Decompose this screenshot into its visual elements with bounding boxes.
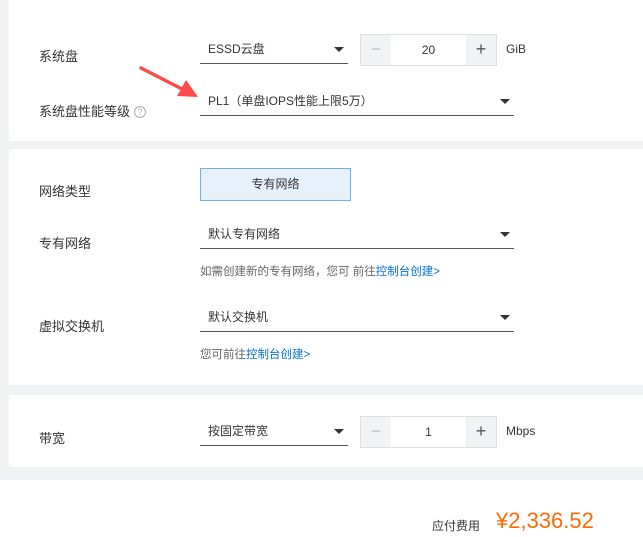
vswitch-console-create-link[interactable]: 控制台创建> xyxy=(246,349,310,361)
vswitch-select[interactable]: 默认交换机 xyxy=(200,302,514,332)
chevron-down-icon xyxy=(500,315,510,320)
system-disk-panel: 系统盘 ESSD云盘 − 20 + GiB 系统盘性能等级? PL1（单盘IOP… xyxy=(9,0,643,141)
chevron-down-icon xyxy=(334,429,344,434)
fee-label: 应付费用 xyxy=(432,519,481,533)
network-type-label: 网络类型 xyxy=(39,184,92,199)
vswitch-hint-text: 您可前往 xyxy=(200,349,246,361)
system-disk-performance-value: PL1（单盘IOPS性能上限5万） xyxy=(208,94,373,108)
help-icon[interactable]: ? xyxy=(134,106,147,118)
vpc-label: 专有网络 xyxy=(39,236,92,251)
bandwidth-stepper[interactable]: − 1 + xyxy=(360,416,497,448)
chevron-down-icon xyxy=(500,99,510,104)
fee-value: ¥2,336.52 xyxy=(496,508,594,533)
vpc-select[interactable]: 默认专有网络 xyxy=(200,219,514,249)
bandwidth-mode-value: 按固定带宽 xyxy=(208,424,269,438)
bandwidth-label: 带宽 xyxy=(39,431,66,446)
system-disk-size-value[interactable]: 20 xyxy=(391,35,466,65)
decrease-button[interactable]: − xyxy=(361,417,391,447)
vswitch-label: 虚拟交换机 xyxy=(39,319,105,334)
chevron-down-icon xyxy=(500,232,510,237)
vpc-hint-text: 如需创建新的专有网络，您可 前往 xyxy=(200,266,376,278)
network-type-vpc-tile[interactable]: 专有网络 xyxy=(200,168,351,201)
bandwidth-panel: 带宽 按固定带宽 − 1 + Mbps xyxy=(9,395,643,467)
system-disk-size-stepper[interactable]: − 20 + xyxy=(360,34,497,66)
bandwidth-unit: Mbps xyxy=(506,424,536,438)
vswitch-hint: 您可前往控制台创建> xyxy=(200,346,310,362)
system-disk-type-select[interactable]: ESSD云盘 xyxy=(200,34,348,64)
vpc-value: 默认专有网络 xyxy=(208,227,281,241)
bandwidth-mode-select[interactable]: 按固定带宽 xyxy=(200,416,348,446)
increase-button[interactable]: + xyxy=(466,35,496,65)
vpc-hint: 如需创建新的专有网络，您可 前往控制台创建> xyxy=(200,263,440,279)
network-panel: 网络类型 专有网络 专有网络 默认专有网络 如需创建新的专有网络，您可 前往控制… xyxy=(9,149,643,385)
increase-button[interactable]: + xyxy=(466,417,496,447)
chevron-down-icon xyxy=(334,47,344,52)
price-footer: 应付费用 ¥2,336.52 xyxy=(0,480,643,537)
system-disk-performance-text: 系统盘性能等级 xyxy=(39,104,131,119)
system-disk-performance-label: 系统盘性能等级? xyxy=(39,101,147,120)
decrease-button[interactable]: − xyxy=(361,35,391,65)
system-disk-performance-select[interactable]: PL1（单盘IOPS性能上限5万） xyxy=(200,86,514,116)
vswitch-value: 默认交换机 xyxy=(208,310,269,324)
vpc-console-create-link[interactable]: 控制台创建> xyxy=(376,266,440,278)
system-disk-size-unit: GiB xyxy=(506,42,527,56)
system-disk-type-value: ESSD云盘 xyxy=(208,42,265,56)
system-disk-label: 系统盘 xyxy=(39,49,79,64)
bandwidth-value[interactable]: 1 xyxy=(391,417,466,447)
